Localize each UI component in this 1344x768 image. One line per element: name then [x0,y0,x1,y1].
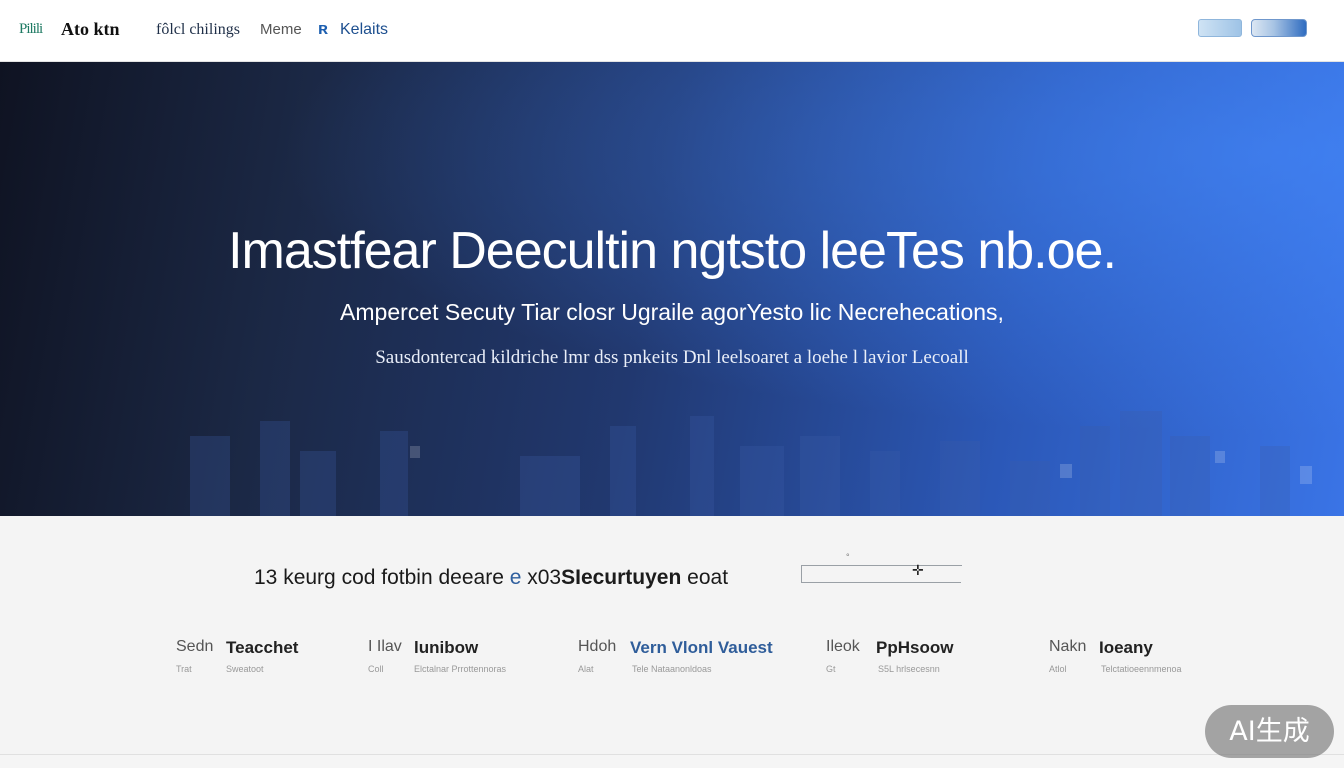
headline-number: x03 [527,566,562,589]
headline-prefix: 13 keurg [254,566,336,589]
feature-kicker: Nakn [1049,638,1087,655]
feature-title: Ioeany [1099,638,1153,657]
feature-title: PpHsoow [876,638,954,657]
logo-mark[interactable]: Pilili [19,21,43,38]
feature-kicker: Hdoh [578,638,617,655]
nav-link-2[interactable]: Meme [260,20,302,40]
feature-kicker: Ileok [826,638,860,655]
headline-mid: cod fotbin deeare [341,566,504,589]
feature-kicker: Sedn [176,638,214,655]
hero-banner: Imastfear Deecultin ngtsto leeTes nb.oe.… [0,62,1344,516]
feature-meta: Alat [578,664,594,674]
feature-caption: S5L hrlsecesnn [878,664,940,674]
nav-link-3[interactable]: Kelaits [340,20,388,40]
skyline-decoration [190,411,1312,516]
account-toggle-button[interactable] [1251,19,1307,37]
slider-dot-icon: ° [846,552,850,562]
headline-bold: SIecurtuyen [561,566,682,589]
feature-caption: Sweatoot [226,664,264,674]
language-toggle-button[interactable] [1198,19,1242,37]
hero-title: Imastfear Deecultin ngtsto leeTes nb.oe. [228,222,1117,280]
hero-subtitle: Ampercet Secuty Tiar closr Ugraile agorY… [340,299,1004,325]
feature-title: lunibow [414,638,479,657]
feature-meta: Trat [176,664,192,674]
range-slider[interactable] [801,565,962,583]
r-logo-icon: ʀ [318,19,328,38]
ai-generated-watermark: AI生成 [1205,705,1334,758]
slider-handle-icon[interactable]: ✛ [912,563,924,577]
bottom-divider [0,754,1344,755]
feature-title: Teacchet [226,638,299,657]
headline-symbol: e [509,566,522,589]
feature-meta: Atlol [1049,664,1067,674]
feature-section [0,516,1344,754]
feature-meta: Gt [826,664,836,674]
logo-text[interactable]: Ato ktn [61,19,120,40]
feature-caption: Telctatioeennmenoa [1101,664,1182,674]
feature-kicker: I Ilav [368,638,402,655]
feature-caption: Tele Nataanonldoas [632,664,712,674]
nav-link-1[interactable]: fôlcl chilings [156,20,240,40]
feature-caption: Elctalnar Prrottennoras [414,664,507,674]
hero-tagline: Sausdontercad kildriche lmr dss pnkeits … [375,347,969,368]
feature-headline: 13 keurg cod fotbin deeare e x03SIecurtu… [254,566,728,590]
headline-tail: eoat [687,566,729,589]
top-nav-bar: Pilili Ato ktn fôlcl chilings Meme ʀ Kel… [0,0,1344,62]
feature-title: Vern Vlonl Vauest [630,638,773,657]
feature-meta: Coll [368,664,384,674]
